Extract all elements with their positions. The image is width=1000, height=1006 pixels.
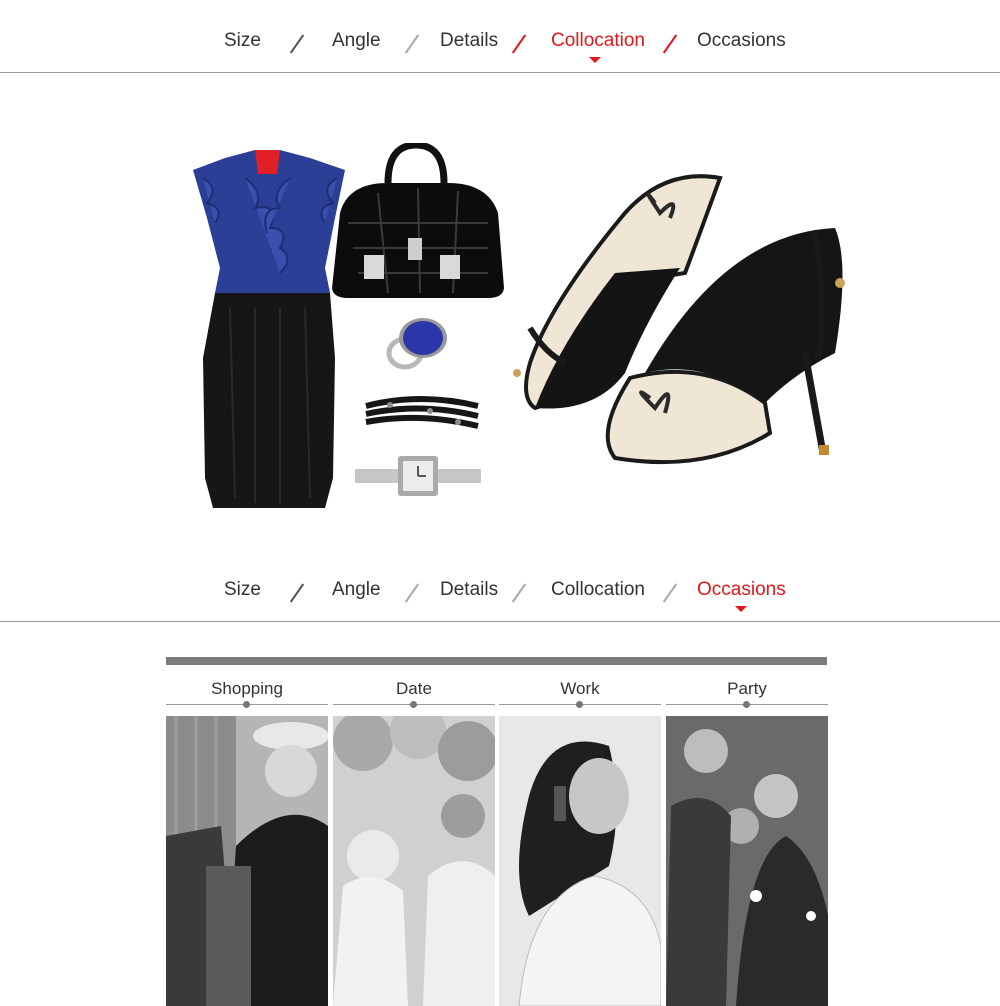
occasion-label: Work	[560, 679, 600, 698]
occasion-label: Shopping	[211, 679, 283, 698]
handbag-image	[332, 143, 504, 298]
work-photo	[499, 716, 661, 1006]
tab-size[interactable]: Size	[224, 579, 261, 601]
tab-separator	[662, 583, 678, 603]
tab-angle[interactable]: Angle	[332, 579, 381, 601]
dot-icon	[243, 701, 250, 708]
tab-separator	[511, 34, 527, 54]
occasion-party: Party	[666, 665, 828, 1006]
tab-separator	[289, 34, 305, 54]
tab-size[interactable]: Size	[224, 30, 261, 52]
occasion-shopping: Shopping	[166, 665, 328, 1006]
tab-occasions[interactable]: Occasions	[697, 579, 786, 601]
dot-icon	[410, 701, 417, 708]
active-tab-indicator	[589, 57, 601, 63]
tab-bar-bottom: Size Angle Details Collocation Occasions	[0, 549, 1000, 622]
shoes-image	[513, 174, 845, 465]
ring-image	[386, 318, 447, 370]
tab-bar-top: Size Angle Details Collocation Occasions	[0, 0, 1000, 73]
watch-image	[355, 456, 481, 496]
tab-separator	[511, 583, 527, 603]
shopping-photo	[166, 716, 328, 1006]
tab-collocation[interactable]: Collocation	[551, 30, 645, 52]
tab-separator	[404, 34, 420, 54]
occasion-label: Party	[727, 679, 767, 698]
tab-separator	[662, 34, 678, 54]
tab-separator	[289, 583, 305, 603]
occasion-work: Work	[499, 665, 661, 1006]
tab-separator	[404, 583, 420, 603]
occasion-date: Date	[333, 665, 495, 1006]
party-photo	[666, 716, 828, 1006]
tab-angle[interactable]: Angle	[332, 30, 381, 52]
bracelet-image	[365, 396, 479, 429]
dot-icon	[743, 701, 750, 708]
occasions-header-bar	[166, 657, 827, 665]
date-photo	[333, 716, 495, 1006]
tab-details[interactable]: Details	[440, 579, 498, 601]
active-tab-indicator	[735, 606, 747, 612]
tab-occasions[interactable]: Occasions	[697, 30, 786, 52]
tab-details[interactable]: Details	[440, 30, 498, 52]
dot-icon	[576, 701, 583, 708]
occasion-label: Date	[396, 679, 432, 698]
tab-collocation[interactable]: Collocation	[551, 579, 645, 601]
collocation-outfit	[0, 73, 1000, 548]
